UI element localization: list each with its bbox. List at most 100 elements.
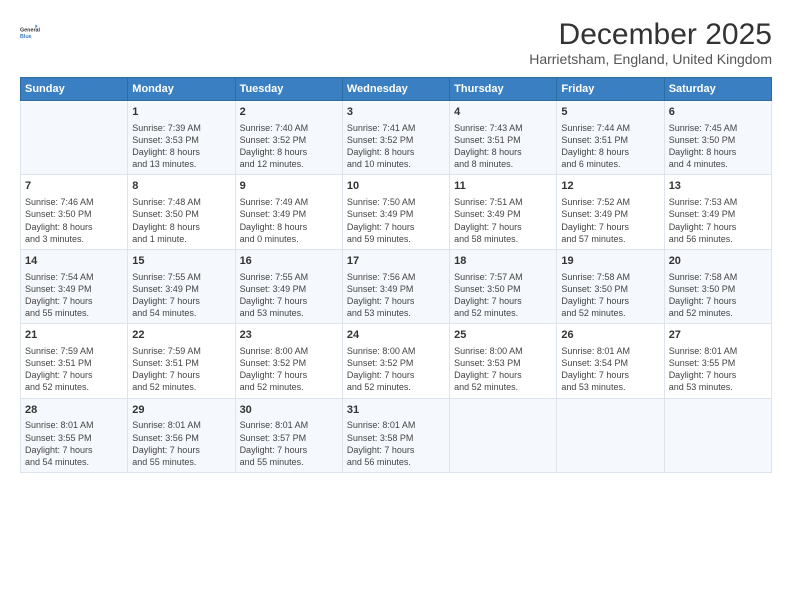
day-number: 31 [347,403,445,418]
day-info-line: Sunset: 3:51 PM [561,134,659,146]
day-info-line: Daylight: 8 hours [347,146,445,158]
day-info-line: Daylight: 8 hours [669,146,767,158]
calendar-cell [450,398,557,472]
day-number: 30 [240,403,338,418]
day-info-line: Daylight: 7 hours [240,444,338,456]
calendar-cell: 25Sunrise: 8:00 AMSunset: 3:53 PMDayligh… [450,324,557,398]
day-info-line: and 55 minutes. [240,456,338,468]
day-info-line: Daylight: 7 hours [240,295,338,307]
day-info-line: and 53 minutes. [561,381,659,393]
calendar-cell [557,398,664,472]
day-info-line: and 52 minutes. [132,381,230,393]
day-number: 16 [240,254,338,269]
calendar-cell: 7Sunrise: 7:46 AMSunset: 3:50 PMDaylight… [21,175,128,249]
calendar-cell: 2Sunrise: 7:40 AMSunset: 3:52 PMDaylight… [235,101,342,175]
day-info-line: Sunset: 3:53 PM [132,134,230,146]
day-info-line: Sunset: 3:52 PM [347,357,445,369]
header-day-sunday: Sunday [21,78,128,101]
day-number: 21 [25,328,123,343]
day-info-line: Sunset: 3:55 PM [25,432,123,444]
day-info-line: and 56 minutes. [347,456,445,468]
day-info-line: Sunrise: 7:55 AM [132,271,230,283]
calendar-cell: 9Sunrise: 7:49 AMSunset: 3:49 PMDaylight… [235,175,342,249]
header-day-friday: Friday [557,78,664,101]
day-info-line: Daylight: 7 hours [561,295,659,307]
day-info-line: and 52 minutes. [669,307,767,319]
calendar-cell: 18Sunrise: 7:57 AMSunset: 3:50 PMDayligh… [450,249,557,323]
calendar-table: SundayMondayTuesdayWednesdayThursdayFrid… [20,77,772,473]
day-info-line: Daylight: 7 hours [347,369,445,381]
calendar-cell: 24Sunrise: 8:00 AMSunset: 3:52 PMDayligh… [342,324,449,398]
day-info-line: Sunrise: 7:40 AM [240,122,338,134]
day-info-line: Sunrise: 8:00 AM [454,345,552,357]
day-info-line: Sunrise: 8:01 AM [669,345,767,357]
day-info-line: and 53 minutes. [347,307,445,319]
day-info-line: and 54 minutes. [25,456,123,468]
day-info-line: and 8 minutes. [454,158,552,170]
subtitle: Harrietsham, England, United Kingdom [529,51,772,67]
day-info-line: Sunrise: 7:46 AM [25,196,123,208]
day-info-line: Daylight: 7 hours [347,295,445,307]
week-row-2: 7Sunrise: 7:46 AMSunset: 3:50 PMDaylight… [21,175,772,249]
day-info-line: Sunrise: 8:00 AM [240,345,338,357]
day-info-line: and 52 minutes. [240,381,338,393]
calendar-cell: 16Sunrise: 7:55 AMSunset: 3:49 PMDayligh… [235,249,342,323]
day-info-line: Sunset: 3:50 PM [669,134,767,146]
day-info-line: and 52 minutes. [454,381,552,393]
day-info-line: Sunset: 3:57 PM [240,432,338,444]
day-info-line: and 3 minutes. [25,233,123,245]
week-row-1: 1Sunrise: 7:39 AMSunset: 3:53 PMDaylight… [21,101,772,175]
day-info-line: Daylight: 7 hours [25,369,123,381]
day-info-line: Sunset: 3:54 PM [561,357,659,369]
day-info-line: Daylight: 8 hours [132,221,230,233]
svg-text:General: General [20,27,41,33]
svg-text:Blue: Blue [20,34,32,40]
day-info-line: Sunset: 3:49 PM [240,283,338,295]
page: General Blue General Blue December 2025 … [0,0,792,612]
day-info-line: Sunrise: 8:01 AM [25,419,123,431]
day-info-line: Daylight: 7 hours [25,444,123,456]
day-info-line: Daylight: 7 hours [669,295,767,307]
day-number: 3 [347,105,445,120]
calendar-cell: 31Sunrise: 8:01 AMSunset: 3:58 PMDayligh… [342,398,449,472]
day-info-line: Daylight: 8 hours [25,221,123,233]
day-info-line: Sunset: 3:53 PM [454,357,552,369]
day-info-line: Daylight: 8 hours [240,146,338,158]
calendar-cell: 17Sunrise: 7:56 AMSunset: 3:49 PMDayligh… [342,249,449,323]
day-number: 22 [132,328,230,343]
day-info-line: Sunset: 3:49 PM [347,208,445,220]
day-info-line: Sunrise: 7:48 AM [132,196,230,208]
calendar-cell: 3Sunrise: 7:41 AMSunset: 3:52 PMDaylight… [342,101,449,175]
day-info-line: Sunrise: 8:01 AM [347,419,445,431]
day-info-line: and 0 minutes. [240,233,338,245]
header: General Blue General Blue December 2025 … [20,18,772,67]
day-info-line: Sunset: 3:58 PM [347,432,445,444]
day-info-line: Daylight: 7 hours [25,295,123,307]
day-number: 17 [347,254,445,269]
day-info-line: and 13 minutes. [132,158,230,170]
day-info-line: Sunrise: 7:44 AM [561,122,659,134]
calendar-cell: 30Sunrise: 8:01 AMSunset: 3:57 PMDayligh… [235,398,342,472]
calendar-cell [664,398,771,472]
day-info-line: and 57 minutes. [561,233,659,245]
calendar-cell: 22Sunrise: 7:59 AMSunset: 3:51 PMDayligh… [128,324,235,398]
day-info-line: Daylight: 8 hours [454,146,552,158]
day-info-line: Sunrise: 7:59 AM [25,345,123,357]
day-number: 5 [561,105,659,120]
day-info-line: and 10 minutes. [347,158,445,170]
calendar-cell: 4Sunrise: 7:43 AMSunset: 3:51 PMDaylight… [450,101,557,175]
day-info-line: Sunrise: 7:51 AM [454,196,552,208]
day-number: 13 [669,179,767,194]
week-row-5: 28Sunrise: 8:01 AMSunset: 3:55 PMDayligh… [21,398,772,472]
day-number: 15 [132,254,230,269]
day-number: 18 [454,254,552,269]
day-info-line: Sunset: 3:51 PM [25,357,123,369]
calendar-cell: 19Sunrise: 7:58 AMSunset: 3:50 PMDayligh… [557,249,664,323]
day-info-line: Sunset: 3:51 PM [454,134,552,146]
day-info-line: Sunrise: 7:49 AM [240,196,338,208]
day-info-line: Sunrise: 7:39 AM [132,122,230,134]
day-info-line: Sunrise: 7:58 AM [669,271,767,283]
day-info-line: Sunset: 3:49 PM [347,283,445,295]
header-day-wednesday: Wednesday [342,78,449,101]
day-info-line: Daylight: 7 hours [454,369,552,381]
